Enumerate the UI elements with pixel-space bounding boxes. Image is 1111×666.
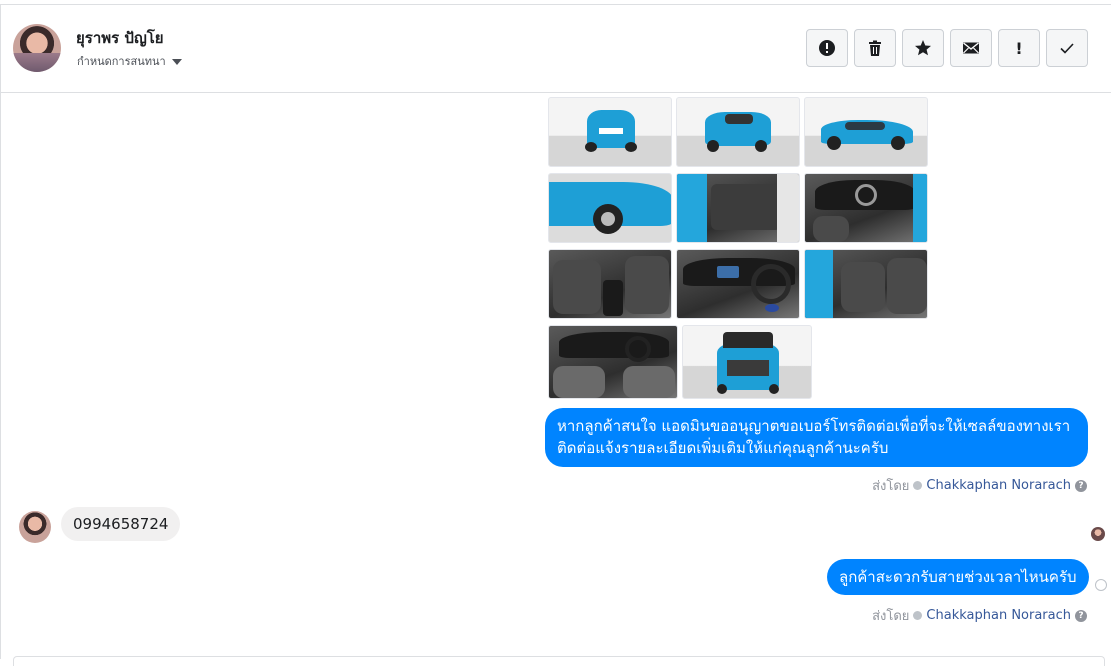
contact-avatar[interactable] <box>13 24 61 72</box>
car-rear-quarter-view-photo[interactable] <box>676 97 800 167</box>
exclamation-icon: ! <box>1015 38 1023 58</box>
incoming-message-bubble[interactable]: 0994658724 <box>61 507 181 541</box>
conversation-header: ยุราพร ปัญโย กำหนดการสนทนา ! <box>1 5 1111 93</box>
car-dashboard-view-photo[interactable] <box>804 173 928 243</box>
delete-button[interactable] <box>854 29 896 67</box>
sent-by-line: ส่งโดย Chakkaphan Norarach ? <box>872 605 1087 626</box>
seen-avatar-icon <box>1091 527 1105 541</box>
car-rear-view-photo[interactable] <box>548 97 672 167</box>
message-text: 0994658724 <box>73 515 169 533</box>
car-steering-wheel-view-photo[interactable] <box>676 249 800 319</box>
sent-by-prefix: ส่งโดย <box>872 609 910 624</box>
agent-name-link[interactable]: Chakkaphan Norarach <box>926 608 1071 623</box>
sent-by-line: ส่งโดย Chakkaphan Norarach ? <box>872 475 1087 496</box>
mark-done-button[interactable] <box>1046 29 1088 67</box>
agent-name-link[interactable]: Chakkaphan Norarach <box>926 478 1071 493</box>
envelope-icon <box>963 42 979 54</box>
caret-down-icon <box>171 58 182 65</box>
follow-up-button[interactable]: ! <box>998 29 1040 67</box>
car-side-view-photo[interactable] <box>804 97 928 167</box>
alert-circle-icon <box>819 40 835 56</box>
contact-small-avatar[interactable] <box>19 511 51 543</box>
message-composer[interactable] <box>13 656 1105 666</box>
star-icon <box>915 40 931 56</box>
conversation-panel: ยุราพร ปัญโย กำหนดการสนทนา ! หากลูกค้าสน… <box>0 4 1111 666</box>
conversation-toolbar: ! <box>806 29 1088 67</box>
help-icon[interactable]: ? <box>1075 609 1087 622</box>
checkmark-icon <box>1060 43 1074 54</box>
car-front-wheel-view-photo[interactable] <box>548 173 672 243</box>
outgoing-message-bubble[interactable]: ลูกค้าสะดวกรับสายช่วงเวลาไหนครับ <box>827 559 1089 595</box>
outgoing-message-bubble[interactable]: หากลูกค้าสนใจ แอดมินขออนุญาตขอเบอร์โทรติ… <box>545 408 1088 467</box>
report-spam-button[interactable] <box>806 29 848 67</box>
trash-icon <box>869 40 881 56</box>
star-button[interactable] <box>902 29 944 67</box>
car-rear-seat-view-photo[interactable] <box>804 249 928 319</box>
verified-icon <box>913 611 923 620</box>
sent-status-icon <box>1095 579 1107 591</box>
help-icon[interactable]: ? <box>1075 479 1087 492</box>
car-door-interior-view-photo[interactable] <box>676 173 800 243</box>
message-text: หากลูกค้าสนใจ แอดมินขออนุญาตขอเบอร์โทรติ… <box>557 417 1071 457</box>
mark-unread-button[interactable] <box>950 29 992 67</box>
assign-conversation-dropdown[interactable]: กำหนดการสนทนา <box>77 52 182 70</box>
contact-name[interactable]: ยุราพร ปัญโย <box>76 26 164 50</box>
car-cabin-wide-view-photo[interactable] <box>548 325 678 399</box>
message-text: ลูกค้าสะดวกรับสายช่วงเวลาไหนครับ <box>839 568 1077 586</box>
car-trunk-open-view-photo[interactable] <box>682 325 812 399</box>
car-center-console-view-photo[interactable] <box>548 249 672 319</box>
assign-conversation-label: กำหนดการสนทนา <box>77 55 166 68</box>
verified-icon <box>913 481 923 490</box>
sent-by-prefix: ส่งโดย <box>872 479 910 494</box>
